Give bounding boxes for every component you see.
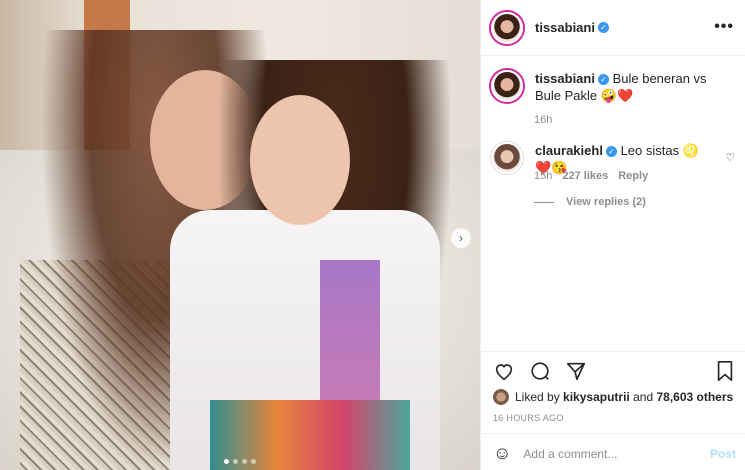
verified-badge-icon: ✓: [597, 22, 609, 33]
more-options-icon[interactable]: •••: [714, 18, 734, 36]
chevron-right-icon: ›: [459, 231, 463, 245]
comment-input[interactable]: Add a comment...: [523, 447, 710, 461]
carousel-dot: [233, 459, 238, 464]
caption-time: 16h: [534, 114, 553, 126]
carousel-dot: [251, 459, 256, 464]
verified-badge-icon: ✓: [597, 74, 609, 86]
carousel-dots: [224, 459, 256, 464]
post-button[interactable]: Post: [710, 447, 736, 461]
verified-badge-icon: ✓: [605, 146, 617, 158]
author-avatar[interactable]: [491, 11, 523, 44]
likes-prefix: Liked by: [515, 390, 560, 404]
view-replies-label: View replies (2): [566, 196, 646, 208]
heart-icon[interactable]: [493, 360, 515, 382]
likes-summary: Liked by kikysaputrii and 78,603 others: [493, 389, 733, 405]
likes-and: and: [633, 390, 654, 404]
photo-top: [320, 260, 380, 410]
liker-username[interactable]: kikysaputrii: [563, 390, 630, 404]
caption: tissabiani ✓ Bule beneran vs Bule Pakle 🤪…: [491, 70, 736, 104]
carousel-dot: [224, 459, 229, 464]
caption-emoji: 🤪❤️: [600, 88, 634, 103]
post-sidebar: tissabiani ✓ ••• tissabiani ✓ Bule benera…: [480, 0, 745, 470]
next-photo-button[interactable]: ›: [451, 228, 471, 248]
view-replies-button[interactable]: View replies (2): [534, 196, 646, 208]
comment-time: 15h: [534, 170, 553, 182]
commenter-avatar[interactable]: [491, 142, 523, 174]
photo-face-right: [250, 95, 350, 225]
comment-icon[interactable]: [529, 360, 551, 382]
comment-username[interactable]: claurakiehl: [535, 143, 603, 158]
caption-avatar[interactable]: [491, 70, 523, 102]
liker-avatar: [493, 389, 509, 405]
carousel-dot: [242, 459, 247, 464]
comment-body: Leo sistas: [620, 143, 680, 158]
action-bar: [493, 360, 587, 382]
post-header: tissabiani ✓ •••: [481, 0, 745, 56]
share-icon[interactable]: [565, 360, 587, 382]
post-timestamp: 16 HOURS AGO: [493, 413, 564, 423]
caption-username[interactable]: tissabiani: [535, 71, 595, 86]
post-photo[interactable]: ›: [0, 0, 480, 470]
comment-meta: 15h 227 likes Reply: [534, 170, 648, 182]
divider: [481, 433, 745, 434]
divider-line: [534, 201, 554, 203]
like-comment-heart-icon[interactable]: ♡: [725, 151, 735, 164]
divider: [481, 351, 745, 352]
comment-likes[interactable]: 227 likes: [562, 170, 608, 182]
reply-button[interactable]: Reply: [618, 170, 648, 182]
add-comment-row: ☺ Add a comment... Post: [493, 443, 736, 464]
bookmark-icon[interactable]: [715, 360, 735, 382]
author-username[interactable]: tissabiani: [535, 20, 595, 35]
likes-others[interactable]: 78,603 others: [656, 390, 733, 404]
caption-text: tissabiani ✓ Bule beneran vs Bule Pakle 🤪…: [535, 70, 725, 104]
smiley-icon[interactable]: ☺: [493, 443, 511, 464]
